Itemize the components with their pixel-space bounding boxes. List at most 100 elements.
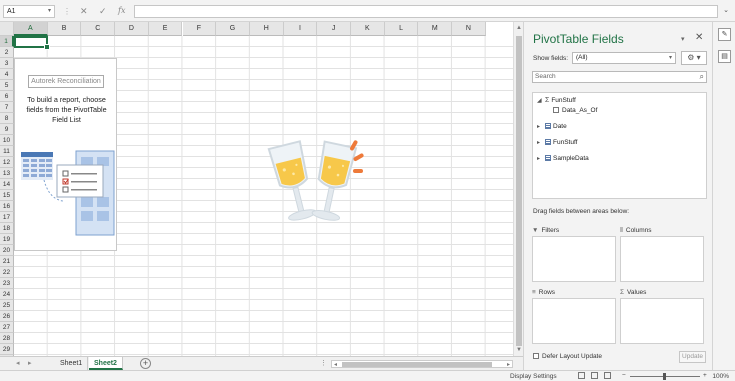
row-header[interactable]: 18 — [0, 223, 14, 234]
filters-drop-zone[interactable] — [532, 236, 616, 282]
pivot-fields-pane-icon[interactable]: ▤ — [718, 50, 731, 63]
rows-drop-zone[interactable] — [532, 298, 616, 344]
row-header[interactable]: 7 — [0, 102, 14, 113]
column-header[interactable]: D — [115, 22, 149, 36]
field-item-date[interactable]: ▸ Date — [537, 122, 567, 132]
row-header[interactable]: 29 — [0, 344, 14, 355]
chevron-down-icon[interactable]: ▾ — [48, 7, 51, 14]
row-header[interactable]: 12 — [0, 157, 14, 168]
scroll-up-icon[interactable]: ▲ — [516, 25, 522, 31]
active-cell[interactable] — [14, 36, 50, 50]
sheet-tab-sheet2[interactable]: Sheet2 — [89, 357, 123, 370]
scroll-down-icon[interactable]: ▼ — [516, 347, 522, 353]
row-header[interactable]: 1 — [0, 36, 14, 47]
field-checkbox[interactable] — [553, 107, 559, 113]
sheet-tab-sheet1[interactable]: Sheet1 — [55, 357, 89, 370]
column-header[interactable]: H — [249, 22, 284, 36]
field-item-sampledata[interactable]: ▸ SampleData — [537, 154, 589, 164]
field-search-input[interactable]: Search ⌕ — [532, 71, 707, 83]
update-button[interactable]: Update — [679, 351, 706, 363]
show-fields-select[interactable]: (All) ▾ — [572, 52, 676, 64]
worksheet-grid[interactable]: ABCDEFGHIJKLMN 1 2 3 4 5 6 7 8 9 10 11 12 13 14 15 16 17… — [0, 22, 513, 356]
close-icon[interactable]: ✕ — [80, 6, 88, 17]
column-header[interactable]: L — [384, 22, 419, 36]
column-header[interactable]: M — [418, 22, 453, 36]
chevron-left-icon[interactable]: ◂ — [16, 359, 20, 367]
row-header[interactable]: 14 — [0, 179, 14, 190]
rows-area[interactable]: ≡ Rows — [532, 287, 616, 344]
formula-input[interactable] — [134, 5, 718, 18]
column-header[interactable]: F — [182, 22, 217, 36]
column-header[interactable]: I — [283, 22, 318, 36]
row-header[interactable]: 5 — [0, 80, 14, 91]
row-header[interactable]: 4 — [0, 69, 14, 80]
row-header[interactable]: 6 — [0, 91, 14, 102]
column-header[interactable]: A — [14, 22, 48, 36]
column-header[interactable]: N — [452, 22, 486, 36]
values-drop-zone[interactable] — [620, 298, 704, 344]
field-item-data-as-of[interactable]: Data_As_Of — [553, 106, 597, 116]
row-header[interactable]: 11 — [0, 146, 14, 157]
defer-checkbox[interactable] — [533, 353, 539, 359]
filters-area[interactable]: ▼ Filters — [532, 225, 616, 282]
expand-caret-icon[interactable]: ▸ — [537, 138, 545, 148]
select-all-corner[interactable] — [0, 22, 14, 36]
row-header[interactable]: 8 — [0, 113, 14, 124]
row-header[interactable]: 20 — [0, 245, 14, 256]
columns-drop-zone[interactable] — [620, 236, 704, 282]
chevron-right-icon[interactable]: ▸ — [28, 359, 32, 367]
expand-formula-bar-icon[interactable]: ⌄ — [723, 6, 729, 14]
field-item-funstuff-table[interactable]: ▸ FunStuff — [537, 138, 577, 148]
column-header[interactable]: B — [47, 22, 82, 36]
row-header[interactable]: 16 — [0, 201, 14, 212]
zoom-level[interactable]: 100% — [712, 373, 729, 380]
scroll-left-icon[interactable]: ◂ — [334, 361, 337, 368]
row-header[interactable]: 9 — [0, 124, 14, 135]
display-settings-button[interactable]: Display Settings — [510, 373, 557, 380]
row-header[interactable]: 21 — [0, 256, 14, 267]
row-header[interactable]: 3 — [0, 58, 14, 69]
row-header[interactable]: 13 — [0, 168, 14, 179]
row-header[interactable]: 26 — [0, 311, 14, 322]
close-icon[interactable]: ✕ — [695, 32, 703, 43]
values-area[interactable]: Σ Values — [620, 287, 704, 344]
row-header[interactable]: 22 — [0, 267, 14, 278]
chevron-down-icon[interactable]: ▾ — [681, 35, 685, 43]
row-header[interactable]: 23 — [0, 278, 14, 289]
tools-gear-button[interactable]: ⚙ ▾ — [681, 51, 707, 65]
row-header[interactable]: 27 — [0, 322, 14, 333]
column-header[interactable]: E — [148, 22, 183, 36]
column-header[interactable]: J — [317, 22, 351, 36]
expand-caret-icon[interactable]: ▸ — [537, 122, 545, 132]
field-item-funstuff-measure[interactable]: ◢ Σ FunStuff — [537, 96, 576, 106]
defer-layout-update[interactable]: Defer Layout Update — [533, 353, 602, 360]
vertical-scrollbar[interactable]: ▲ ▼ — [513, 22, 523, 356]
columns-area[interactable]: ⦀ Columns — [620, 225, 704, 282]
zoom-out-icon[interactable]: − — [622, 372, 626, 379]
edit-icon[interactable]: ✎ — [718, 28, 731, 41]
page-layout-view-icon[interactable] — [591, 372, 598, 379]
row-header[interactable]: 28 — [0, 333, 14, 344]
row-header[interactable]: 17 — [0, 212, 14, 223]
horizontal-scrollbar[interactable]: ◂ ▸ — [331, 360, 513, 368]
horizontal-scroll-thumb[interactable] — [342, 362, 492, 367]
column-header[interactable]: K — [351, 22, 385, 36]
check-icon[interactable]: ✓ — [99, 6, 107, 17]
row-header[interactable]: 2 — [0, 47, 14, 58]
collapse-caret-icon[interactable]: ◢ — [537, 96, 545, 106]
zoom-slider-handle[interactable] — [663, 373, 666, 380]
tab-split-handle-icon[interactable]: ⋮ — [320, 359, 327, 367]
insert-function-button[interactable]: fx — [118, 6, 125, 15]
row-header[interactable]: 24 — [0, 289, 14, 300]
zoom-in-icon[interactable]: + — [703, 372, 707, 379]
row-header[interactable]: 19 — [0, 234, 14, 245]
name-box[interactable]: A1 ▾ — [3, 5, 55, 18]
scroll-right-icon[interactable]: ▸ — [507, 361, 510, 368]
column-header[interactable]: C — [81, 22, 116, 36]
add-sheet-button[interactable]: + — [140, 358, 151, 369]
page-break-view-icon[interactable] — [604, 372, 611, 379]
column-header[interactable]: G — [216, 22, 250, 36]
row-header[interactable]: 10 — [0, 135, 14, 146]
pivot-table-placeholder[interactable]: Autorek Reconciliation To build a report… — [14, 58, 117, 251]
normal-view-icon[interactable] — [578, 372, 585, 379]
